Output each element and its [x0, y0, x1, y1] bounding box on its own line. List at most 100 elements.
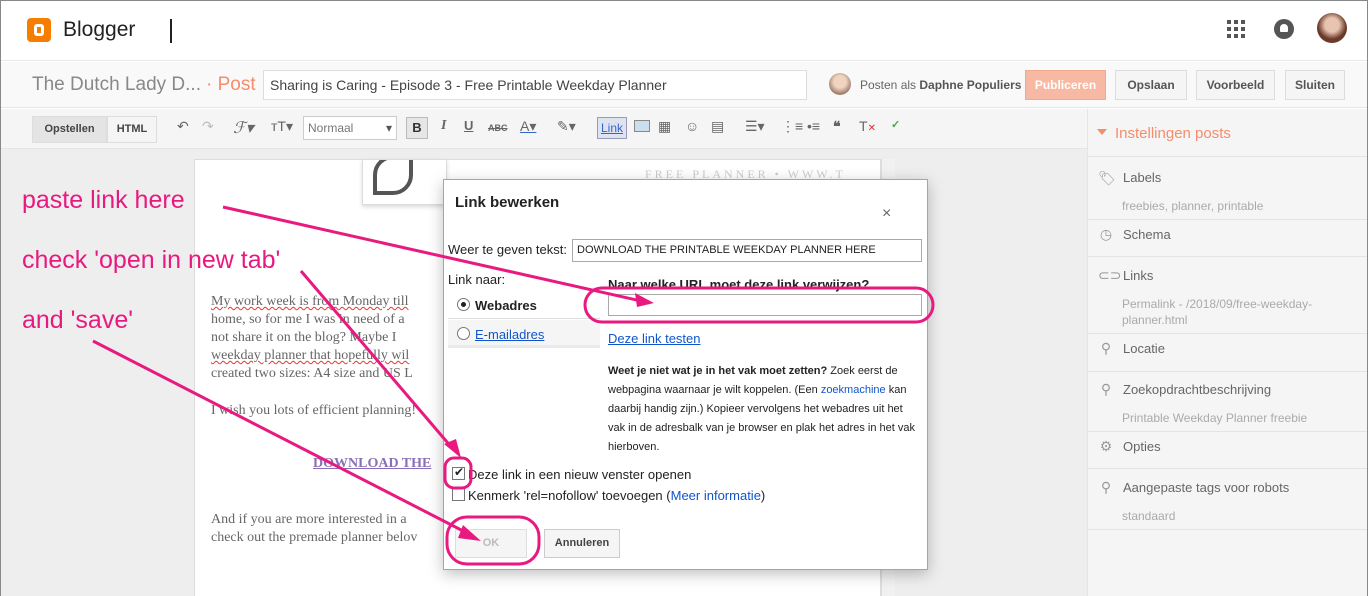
- url-question: Naar welke URL moet deze link verwijzen?: [608, 277, 870, 292]
- format-select[interactable]: Normaal: [303, 116, 397, 140]
- divider: [1088, 333, 1367, 334]
- divider: [1088, 468, 1367, 469]
- divider: [1088, 256, 1367, 257]
- apps-grid-icon[interactable]: [1227, 20, 1245, 38]
- bold-button[interactable]: B: [406, 117, 428, 139]
- search-description-value: Printable Weekday Planner freebie: [1122, 411, 1308, 425]
- divider: [1088, 371, 1367, 372]
- strikethrough-button[interactable]: ABC: [488, 123, 508, 133]
- author-avatar: [829, 73, 851, 95]
- preview-button[interactable]: Voorbeeld: [1196, 70, 1275, 100]
- italic-button[interactable]: I: [441, 118, 446, 134]
- dialog-title: Link bewerken: [455, 194, 560, 211]
- compose-mode-button[interactable]: Opstellen: [32, 116, 107, 143]
- image-icon[interactable]: [634, 120, 650, 132]
- email-address-label[interactable]: E-mailadres: [475, 327, 544, 342]
- post-label: · Post: [206, 74, 256, 95]
- numbered-list-icon[interactable]: ⋮≡: [781, 118, 803, 135]
- undo-icon[interactable]: ↶: [177, 118, 189, 135]
- labels-value: freebies, planner, printable: [1122, 199, 1264, 213]
- sidebar-item-robot-tags[interactable]: Aangepaste tags voor robots: [1123, 480, 1289, 495]
- font-family-icon[interactable]: ℱ▾: [233, 118, 254, 138]
- bullet-list-icon[interactable]: •≡: [807, 118, 820, 134]
- editor-line: And if you are more interested in a: [211, 512, 407, 527]
- divider: [1088, 219, 1367, 220]
- posting-as: Posten als Daphne Populiers: [860, 78, 1022, 92]
- gear-icon: ⚙: [1099, 438, 1113, 454]
- font-size-icon[interactable]: ᴛT▾: [271, 118, 293, 135]
- underline-button[interactable]: U: [464, 118, 473, 133]
- editor-line: home, so for me I was in need of a: [211, 312, 405, 327]
- test-link[interactable]: Deze link testen: [608, 331, 701, 346]
- display-text-input[interactable]: DOWNLOAD THE PRINTABLE WEEKDAY PLANNER H…: [572, 239, 922, 262]
- nofollow-label[interactable]: Kenmerk 'rel=nofollow' toevoegen (Meer i…: [468, 488, 765, 503]
- quote-icon[interactable]: ❝: [833, 118, 841, 135]
- clock-icon: ◷: [1099, 226, 1113, 242]
- close-button[interactable]: Sluiten: [1285, 70, 1345, 100]
- cancel-button[interactable]: Annuleren: [544, 529, 620, 558]
- close-icon[interactable]: ×: [882, 205, 891, 223]
- ok-button[interactable]: OK: [455, 529, 527, 558]
- help-text: Weet je niet wat je in het vak moet zett…: [608, 365, 915, 453]
- collapse-caret-icon[interactable]: [1097, 129, 1107, 135]
- publish-button[interactable]: Publiceren: [1025, 70, 1106, 100]
- permalink-value: Permalink - /2018/09/free-weekday-: [1122, 297, 1313, 311]
- new-window-checkbox[interactable]: [452, 465, 465, 480]
- new-window-label[interactable]: Deze link in een nieuw venster openen: [468, 467, 691, 482]
- emoji-icon[interactable]: ☺: [685, 118, 699, 134]
- divider: [1088, 156, 1367, 157]
- editor-toolbar: [1, 109, 1087, 149]
- sidebar-item-schedule[interactable]: Schema: [1123, 227, 1171, 242]
- video-icon[interactable]: ▦: [658, 118, 671, 135]
- search-engine-link[interactable]: zoekmachine: [821, 384, 886, 396]
- editor-line: created two sizes: A4 size and US L: [211, 366, 413, 381]
- editor-line: check out the premade planner belov: [211, 530, 418, 545]
- text-color-icon[interactable]: A▾: [520, 118, 536, 135]
- web-address-label[interactable]: Webadres: [475, 298, 537, 313]
- top-bar: [1, 1, 1367, 61]
- editor-line: I wish you lots of efficient planning!: [211, 403, 417, 418]
- divider: [1088, 529, 1367, 530]
- sidebar-item-search-description[interactable]: Zoekopdrachtbeschrijving: [1123, 382, 1271, 397]
- web-address-radio[interactable]: [457, 298, 470, 311]
- post-settings-title[interactable]: Instellingen posts: [1115, 125, 1231, 142]
- html-mode-button[interactable]: HTML: [107, 116, 157, 143]
- sidebar-item-links[interactable]: Links: [1123, 268, 1153, 283]
- tag-icon: 🏷: [1098, 170, 1116, 186]
- nofollow-checkbox[interactable]: [452, 488, 465, 501]
- annotation-paste: paste link here: [22, 186, 185, 214]
- link-to-label: Link naar:: [448, 272, 506, 287]
- url-input[interactable]: [608, 294, 922, 316]
- post-image[interactable]: [362, 159, 447, 205]
- link-icon: ⊂⊃: [1098, 267, 1122, 283]
- text-cursor: [170, 19, 172, 43]
- spellcheck-icon[interactable]: ✓: [891, 118, 900, 131]
- redo-icon[interactable]: ↷: [202, 118, 214, 135]
- more-info-link[interactable]: Meer informatie: [671, 488, 761, 503]
- search-icon: ⚲: [1100, 381, 1112, 397]
- link-button[interactable]: Link: [597, 117, 627, 139]
- robot-tags-value: standaard: [1122, 509, 1176, 523]
- sidebar-item-labels[interactable]: Labels: [1123, 170, 1161, 185]
- save-button[interactable]: Opslaan: [1115, 70, 1187, 100]
- email-address-radio[interactable]: [457, 327, 470, 340]
- post-title-input[interactable]: Sharing is Caring - Episode 3 - Free Pri…: [263, 70, 807, 100]
- blog-name[interactable]: The Dutch Lady D...: [32, 74, 201, 96]
- notifications-bell-icon[interactable]: [1274, 19, 1294, 39]
- account-avatar[interactable]: [1317, 13, 1347, 43]
- editor-line: weekday planner that hopefully wil: [211, 348, 410, 363]
- sidebar-item-options[interactable]: Opties: [1123, 439, 1161, 454]
- annotation-check: check 'open in new tab': [22, 246, 281, 274]
- search-icon: ⚲: [1100, 479, 1112, 495]
- download-link[interactable]: DOWNLOAD THE: [313, 456, 431, 472]
- location-icon: ⚲: [1100, 340, 1112, 356]
- permalink-value-cont: planner.html: [1122, 313, 1188, 327]
- divider: [1088, 431, 1367, 432]
- jump-break-icon[interactable]: ▤: [711, 118, 724, 135]
- align-icon[interactable]: ☰▾: [745, 118, 765, 135]
- blogger-logo-icon[interactable]: [27, 18, 51, 42]
- sidebar-item-location[interactable]: Locatie: [1123, 341, 1165, 356]
- clear-format-icon[interactable]: T✕: [859, 118, 876, 134]
- highlight-color-icon[interactable]: ✎▾: [557, 118, 576, 135]
- display-text-label: Weer te geven tekst:: [448, 242, 567, 257]
